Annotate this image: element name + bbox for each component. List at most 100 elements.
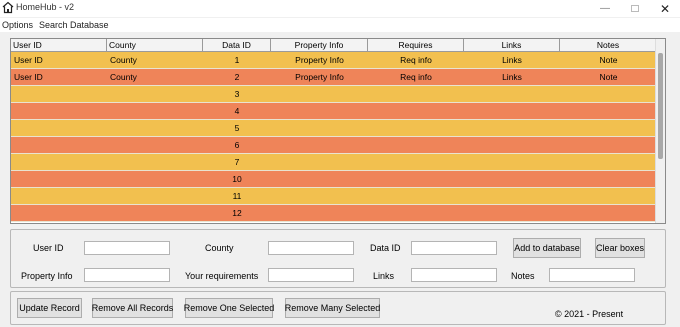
table-row[interactable]: User ID County 2 Property Info Req info Links… [11, 69, 657, 86]
cell-requires [368, 171, 464, 188]
property-info-field[interactable] [84, 268, 170, 282]
cell-data-id: 7 [234, 157, 240, 167]
close-icon[interactable]: ✕ [651, 0, 679, 17]
column-header-county[interactable]: County [107, 39, 203, 52]
cell-data-id: 2 [234, 72, 240, 82]
remove-many-selected-button[interactable]: Remove Many Selected [285, 298, 380, 318]
menu-search-database[interactable]: Search Database [39, 20, 109, 30]
cell-requires [368, 188, 464, 205]
cell-links [464, 86, 560, 103]
requirements-label: Your requirements [185, 271, 259, 281]
cell-notes [560, 188, 657, 205]
cell-property-info [271, 154, 368, 171]
cell-property-info [271, 171, 368, 188]
add-to-database-button[interactable]: Add to database [513, 238, 581, 258]
cell-notes: Note [599, 55, 618, 65]
cell-property-info [271, 205, 368, 222]
cell-county [110, 171, 202, 188]
table-row[interactable]: 10 [11, 171, 657, 188]
remove-one-selected-button[interactable]: Remove One Selected [184, 298, 274, 318]
maximize-icon[interactable] [621, 0, 649, 17]
cell-notes [560, 137, 657, 154]
cell-requires: Req info [400, 55, 432, 65]
column-header-requires[interactable]: Requires [368, 39, 464, 52]
cell-property-info [271, 137, 368, 154]
cell-requires [368, 154, 464, 171]
notes-field[interactable] [549, 268, 635, 282]
cell-data-id: 3 [234, 89, 240, 99]
cell-links [464, 154, 560, 171]
cell-county [110, 188, 202, 205]
table-row[interactable]: 4 [11, 103, 657, 120]
cell-links [464, 137, 560, 154]
home-icon [2, 1, 14, 14]
column-header-user-id[interactable]: User ID [11, 39, 107, 52]
county-field[interactable] [268, 241, 354, 255]
cell-data-id: 1 [234, 55, 240, 65]
cell-user-id [14, 188, 106, 205]
column-header-data-id[interactable]: Data ID [203, 39, 271, 52]
cell-links [464, 103, 560, 120]
links-label: Links [373, 271, 395, 281]
menu-bar: Options Search Database [0, 18, 680, 32]
cell-county: County [110, 72, 137, 82]
cell-property-info [271, 86, 368, 103]
menu-options[interactable]: Options [2, 20, 33, 30]
clear-boxes-button[interactable]: Clear boxes [595, 238, 645, 258]
cell-data-id: 12 [232, 208, 242, 218]
cell-links [464, 205, 560, 222]
cell-county [110, 205, 202, 222]
cell-property-info [271, 120, 368, 137]
cell-data-id: 11 [232, 191, 242, 201]
cell-user-id [14, 171, 106, 188]
data-id-field[interactable] [411, 241, 497, 255]
property-info-label: Property Info [21, 271, 73, 281]
table-scrollbar[interactable] [655, 39, 665, 223]
cell-notes [560, 154, 657, 171]
table-row[interactable]: 5 [11, 120, 657, 137]
table-row[interactable]: 12 [11, 205, 657, 222]
links-field[interactable] [411, 268, 497, 282]
column-header-links[interactable]: Links [464, 39, 560, 52]
cell-county [110, 120, 202, 137]
table-row[interactable]: 7 [11, 154, 657, 171]
requirements-field[interactable] [268, 268, 354, 282]
column-header-notes[interactable]: Notes [560, 39, 657, 52]
column-header-property-info[interactable]: Property Info [271, 39, 368, 52]
cell-links: Links [502, 55, 522, 65]
table-row[interactable]: 3 [11, 86, 657, 103]
cell-user-id [14, 205, 106, 222]
cell-data-id: 10 [232, 174, 242, 184]
user-id-field[interactable] [84, 241, 170, 255]
actions-panel: Update Record Remove All Records Remove … [10, 291, 666, 325]
cell-user-id [14, 137, 106, 154]
cell-county [110, 137, 202, 154]
notes-label: Notes [511, 271, 535, 281]
table-row[interactable]: 11 [11, 188, 657, 205]
cell-property-info: Property Info [295, 72, 344, 82]
minimize-icon[interactable]: — [591, 0, 619, 17]
county-label: County [205, 243, 234, 253]
cell-requires [368, 205, 464, 222]
remove-all-records-button[interactable]: Remove All Records [92, 298, 173, 318]
entry-form: User ID County Data ID Add to database C… [10, 229, 666, 288]
table-row[interactable]: User ID County 1 Property Info Req info Links… [11, 52, 657, 69]
table-header: User ID County Data ID Property Info Req… [11, 39, 657, 52]
table-row[interactable]: 6 [11, 137, 657, 154]
cell-requires [368, 103, 464, 120]
title-bar: HomeHub - v2 — ✕ [0, 0, 680, 17]
window-title: HomeHub - v2 [16, 2, 75, 12]
records-table[interactable]: User ID County Data ID Property Info Req… [10, 38, 666, 224]
cell-user-id [14, 154, 106, 171]
cell-user-id [14, 103, 106, 120]
table-body: User ID County 1 Property Info Req info Links… [11, 52, 657, 222]
cell-requires [368, 120, 464, 137]
cell-requires: Req info [400, 72, 432, 82]
cell-county [110, 86, 202, 103]
cell-county: County [110, 55, 137, 65]
cell-notes [560, 171, 657, 188]
user-id-label: User ID [33, 243, 64, 253]
cell-county [110, 154, 202, 171]
scrollbar-thumb[interactable] [658, 53, 663, 159]
update-record-button[interactable]: Update Record [17, 298, 82, 318]
